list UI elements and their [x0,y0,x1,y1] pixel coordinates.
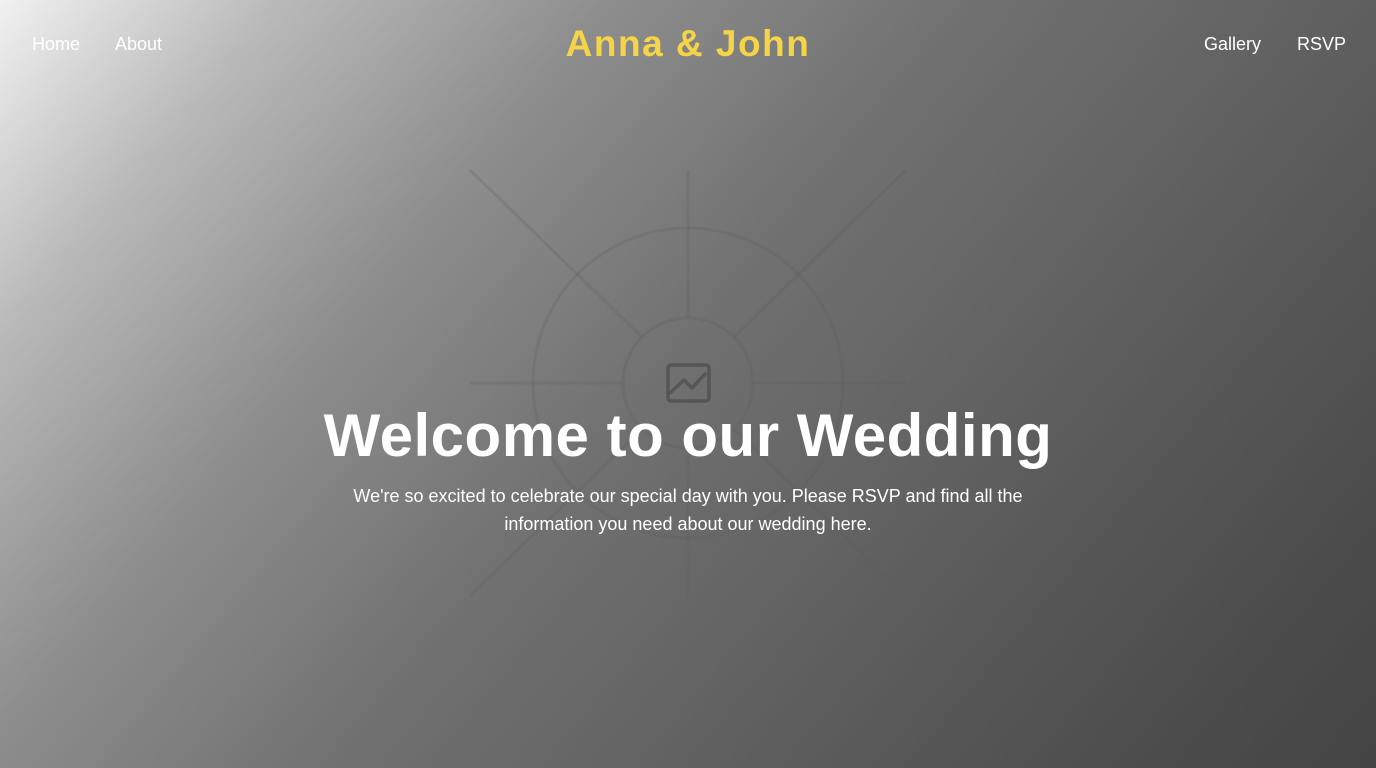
site-brand: Anna & John [0,22,1376,66]
image-placeholder-icon [666,363,711,403]
nav-home-link[interactable]: Home [32,32,80,56]
hero-subtitle: We're so excited to celebrate our specia… [353,486,1023,534]
couple-names-logo[interactable]: Anna & John [566,23,811,64]
nav-about-link[interactable]: About [115,32,162,56]
wedding-page: Home About Anna & John Gallery RSVP Welc… [0,0,1376,768]
hero-title: Welcome to our Wedding [323,402,1053,469]
hero-image-placeholder [468,168,908,598]
nav-rsvp-link[interactable]: RSVP [1297,32,1346,56]
nav-gallery-link[interactable]: Gallery [1204,32,1261,56]
